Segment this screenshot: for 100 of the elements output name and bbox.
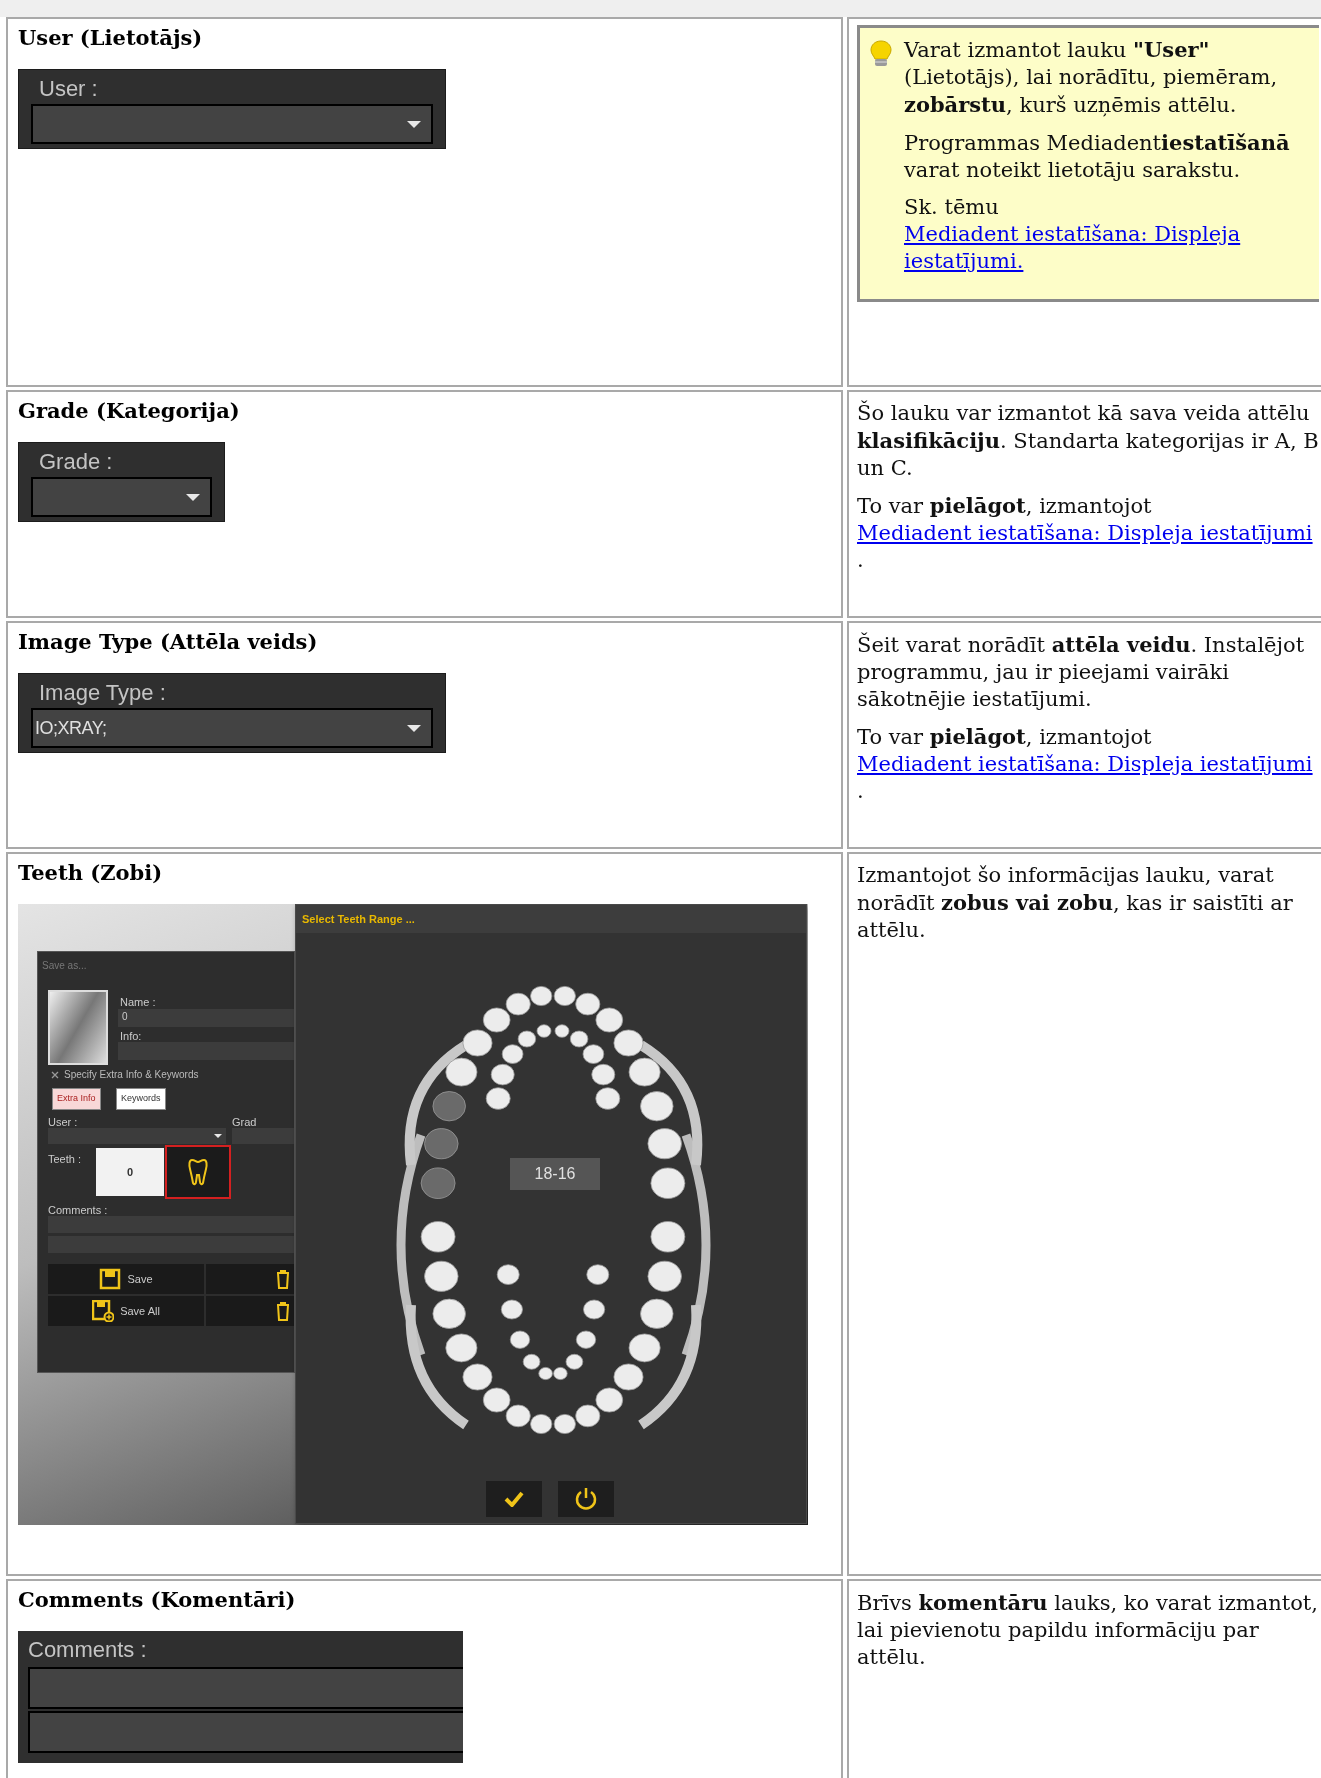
tooth[interactable]: [613, 1029, 644, 1057]
section-heading: Image Type (Attēla veids): [18, 628, 319, 656]
comments-field[interactable]: [28, 1711, 463, 1753]
tooth[interactable]: [530, 1414, 553, 1434]
paragraph: Brīvs komentāru lauks, ko varat izmantot, lai pievienotu papildu informāciju par attēlu.: [857, 1589, 1319, 1671]
paragraph: Varat izmantot lauku "User" (Lietotājs), lai norādītu, piemēram, zobārstu, kurš uzņēmis attēlu.: [904, 36, 1279, 119]
paragraph: Programmas Mediadentiestatīšanā varat noteikt lietotāju sarakstu.: [904, 129, 1291, 184]
dialog-title: Select Teeth Range ...: [302, 911, 415, 927]
field-label: Info:: [120, 1029, 142, 1044]
tooth[interactable]: [553, 1367, 568, 1380]
tooth[interactable]: [420, 1221, 456, 1253]
tooth[interactable]: [462, 1363, 493, 1391]
tooth[interactable]: [424, 1260, 459, 1292]
tooth[interactable]: [496, 1264, 520, 1285]
tooth[interactable]: [490, 1063, 515, 1086]
dropdown-field[interactable]: [31, 477, 212, 517]
tooth[interactable]: [647, 1128, 682, 1160]
tab[interactable]: Keywords: [116, 1088, 166, 1110]
dropdown-label: Image Type :: [38, 679, 167, 707]
tab[interactable]: Extra Info: [52, 1088, 101, 1110]
tooth[interactable]: [586, 1264, 610, 1285]
tooth[interactable]: [505, 1404, 531, 1428]
tooth[interactable]: [530, 986, 553, 1006]
save-button[interactable]: Save All: [48, 1296, 204, 1326]
paragraph: Sk. tēmu Mediadent iestatīšana: Displeja iestatījumi.: [904, 194, 1315, 275]
tooth[interactable]: [595, 1007, 624, 1033]
tooth[interactable]: [650, 1221, 686, 1253]
tooth[interactable]: [647, 1260, 682, 1292]
field-label: Grad: [232, 1115, 257, 1130]
comments-field[interactable]: [48, 1236, 294, 1253]
tooth[interactable]: [553, 986, 576, 1006]
tooth[interactable]: [482, 1007, 511, 1033]
link[interactable]: Mediadent iestatīšana: Displeja iestatījumi: [857, 751, 1313, 778]
delete-button[interactable]: [206, 1296, 294, 1326]
tooth[interactable]: [640, 1298, 674, 1329]
teeth-field[interactable]: 0: [96, 1148, 164, 1196]
tooth[interactable]: [575, 992, 601, 1016]
tooth[interactable]: [445, 1333, 478, 1363]
tooth[interactable]: [575, 1330, 597, 1349]
paragraph: Šeit varat norādīt attēla veidu. Instalējot programmu, jau ir pieejami vairāki sākotnējie iestatījumi.: [857, 631, 1306, 713]
tooth[interactable]: [591, 1063, 616, 1086]
tooth[interactable]: [485, 1087, 511, 1110]
tooth[interactable]: [582, 1044, 605, 1064]
confirm-button[interactable]: [486, 1481, 542, 1517]
tooth[interactable]: [501, 1044, 524, 1064]
checkmark-icon: [504, 1491, 524, 1507]
save-button[interactable]: Save: [48, 1264, 204, 1294]
tooth[interactable]: [482, 1387, 511, 1413]
tooth[interactable]: [640, 1091, 674, 1122]
dropdown-field[interactable]: [31, 104, 433, 144]
info-field[interactable]: [118, 1042, 294, 1060]
field-label: Comments :: [48, 1203, 108, 1218]
tooth[interactable]: [432, 1298, 466, 1329]
tooth[interactable]: [462, 1029, 493, 1057]
save-all-icon: [92, 1300, 115, 1322]
tooth[interactable]: [505, 992, 531, 1016]
caret-icon: [407, 724, 421, 732]
tooth[interactable]: [517, 1030, 537, 1048]
tooth[interactable]: [575, 1404, 601, 1428]
checkbox-label: Specify Extra Info & Keywords: [64, 1068, 199, 1082]
comments-field[interactable]: [48, 1216, 294, 1233]
comments-field[interactable]: [28, 1667, 463, 1709]
paragraph: Šo lauku var izmantot kā sava veida attēlu klasifikāciju. Standarta kategorijas ir A, B un C.: [857, 400, 1319, 482]
tooth[interactable]: [613, 1363, 644, 1391]
tooth[interactable]: [536, 1024, 552, 1038]
power-button[interactable]: [558, 1481, 614, 1517]
tooth[interactable]: [650, 1167, 686, 1199]
power-icon: [574, 1487, 598, 1511]
tooth[interactable]: [628, 1057, 661, 1087]
name-field[interactable]: 0: [118, 1009, 294, 1027]
tooth[interactable]: [583, 1299, 606, 1320]
tooth[interactable]: [628, 1333, 661, 1363]
tooth[interactable]: [445, 1057, 478, 1087]
tooth-icon: [188, 1158, 208, 1186]
delete-button[interactable]: [206, 1264, 294, 1294]
dropdown-label: Grade :: [38, 448, 114, 476]
tooth[interactable]: [595, 1387, 624, 1413]
dropdown-field[interactable]: IO;XRAY;: [31, 708, 433, 748]
section-heading: User (Lietotājs): [18, 24, 204, 52]
tooth[interactable]: [565, 1353, 584, 1370]
tooth[interactable]: [569, 1030, 589, 1048]
field-label: Teeth :: [48, 1152, 82, 1167]
tooth[interactable]: [595, 1087, 621, 1110]
save-icon: [99, 1268, 122, 1290]
tooth[interactable]: [538, 1367, 553, 1380]
field-label: Name :: [120, 995, 156, 1010]
teeth-button[interactable]: [165, 1145, 231, 1199]
tooth[interactable]: [500, 1299, 523, 1320]
close-icon: [51, 1071, 59, 1079]
caret-icon: [186, 493, 200, 501]
paragraph: To var pielāgot, izmantojot Mediadent iestatīšana: Displeja iestatījumi .: [857, 492, 1314, 574]
tooth[interactable]: [509, 1330, 531, 1349]
dialog-title: Save as...: [42, 959, 87, 973]
tooth[interactable]: [554, 1024, 570, 1038]
tooth[interactable]: [522, 1353, 541, 1370]
tooth[interactable]: [553, 1414, 576, 1434]
section-heading: Teeth (Zobi): [18, 859, 164, 887]
link[interactable]: Mediadent iestatīšana: Displeja iestatījumi: [857, 520, 1313, 547]
paragraph: To var pielāgot, izmantojot Mediadent iestatīšana: Displeja iestatījumi .: [857, 723, 1314, 805]
link[interactable]: Mediadent iestatīšana: Displeja iestatījumi.: [904, 221, 1315, 275]
